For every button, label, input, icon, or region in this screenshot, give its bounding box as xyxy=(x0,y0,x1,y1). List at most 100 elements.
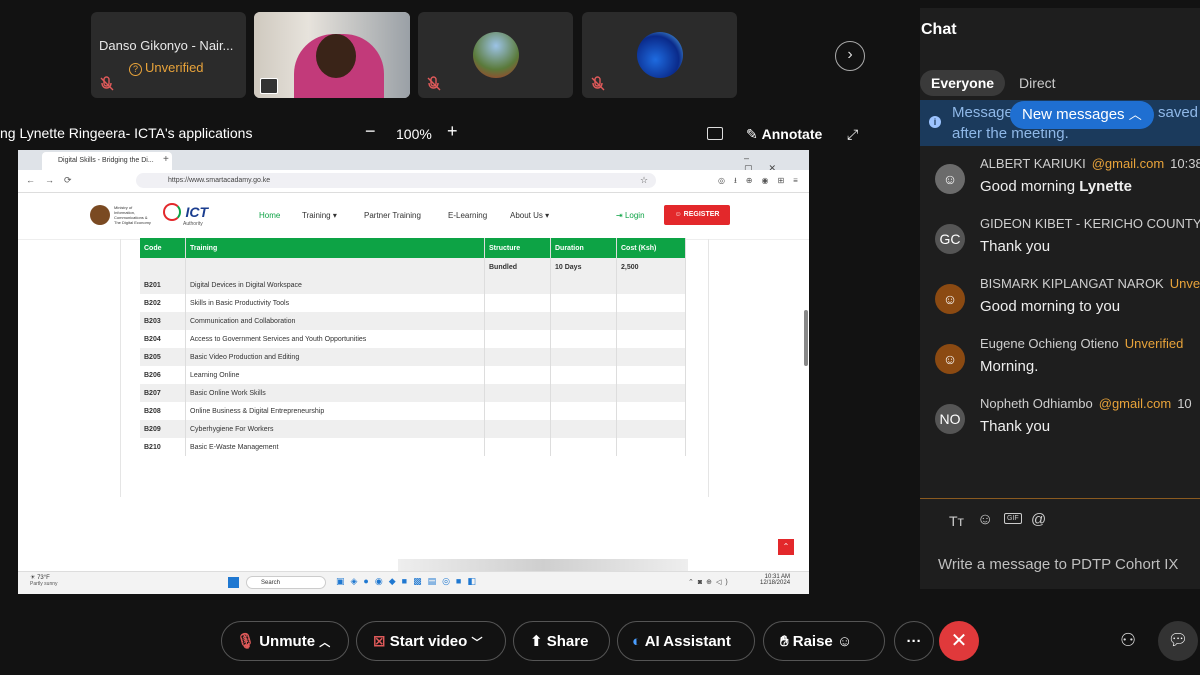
chat-input[interactable]: Write a message to PDTP Cohort IX xyxy=(938,556,1178,573)
mention-icon[interactable]: @ xyxy=(1031,511,1046,528)
cell-empty xyxy=(550,312,617,330)
mic-muted-icon: 🎙︎ xyxy=(236,633,256,650)
raise-button[interactable]: ✋︎ Raise ☺ xyxy=(763,621,885,661)
text-format-icon[interactable]: Tт xyxy=(949,513,964,529)
chat-message[interactable]: ☺ BISMARK KIPLANGAT NAROK Unver Good mornin… xyxy=(920,276,1200,332)
fullscreen-icon[interactable]: ⤢ xyxy=(847,126,858,143)
chat-message[interactable]: ☺ ALBERT KARIUKI @gmail.com 10:38 Good morni… xyxy=(920,156,1200,212)
ict-authority-logo: ICT Authority xyxy=(163,203,208,227)
unmute-button[interactable]: 🎙︎ Unmute ︿ xyxy=(221,621,349,661)
cell-empty xyxy=(616,438,686,456)
participants-icon[interactable]: ⚇ xyxy=(1120,630,1136,651)
cell-empty xyxy=(484,420,551,438)
cell-empty xyxy=(550,384,617,402)
more-options-button[interactable]: ··· xyxy=(894,621,934,661)
cell-code: B201 xyxy=(140,276,186,294)
cell-empty xyxy=(484,366,551,384)
site-header: Ministry of Information, Communications … xyxy=(18,193,809,240)
message-text: Thank you xyxy=(980,418,1051,435)
zoom-level: 100% xyxy=(396,126,432,142)
new-messages-button[interactable]: New messages ︿ xyxy=(1010,101,1154,129)
cell-empty xyxy=(550,402,617,420)
partial-image xyxy=(398,559,688,571)
participant-tile-speaker[interactable] xyxy=(254,12,410,98)
annotate-button[interactable]: ✎ Annotate xyxy=(746,126,822,143)
system-tray-icons[interactable]: ⌃◙⊕◁) xyxy=(688,578,732,586)
cell-empty xyxy=(550,348,617,366)
url-bar[interactable]: https://www.smartacadamy.go.ke xyxy=(136,173,656,188)
weather-widget[interactable]: ☀ 73°F Partly sunny xyxy=(30,574,58,587)
close-icon: ✕ xyxy=(950,630,968,652)
nav-partner-training[interactable]: Partner Training xyxy=(364,211,421,220)
speaker-head xyxy=(316,34,356,78)
cell-empty xyxy=(616,384,686,402)
new-tab-icon[interactable]: + xyxy=(163,154,169,165)
nav-training[interactable]: Training ▾ xyxy=(302,211,337,220)
leave-meeting-button[interactable]: ✕ xyxy=(939,621,979,661)
view-options-icon[interactable] xyxy=(707,127,723,140)
cell-training: Digital Devices in Digital Workspace xyxy=(185,276,485,294)
pen-icon: ✎ xyxy=(746,126,758,142)
zoom-in-button[interactable]: + xyxy=(447,121,458,142)
browser-extensions-icons[interactable]: ◎⭳⊕◉⊞≡ xyxy=(718,175,807,189)
cell-training: Cyberhygiene For Workers xyxy=(185,420,485,438)
participant-tile-danso[interactable]: Danso Gikonyo - Nair... ? Unverified xyxy=(91,12,246,98)
cell-code: B203 xyxy=(140,312,186,330)
cell-empty xyxy=(550,294,617,312)
cell-empty xyxy=(550,330,617,348)
scroll-top-button[interactable]: ⌃ xyxy=(778,539,794,555)
gif-icon[interactable]: GIF xyxy=(1004,513,1022,524)
bookmark-star-icon[interactable]: ☆ xyxy=(640,175,648,186)
chat-message[interactable]: GC GIDEON KIBET - KERICHO COUNTY Thank you xyxy=(920,216,1200,272)
chat-toggle-button[interactable]: 💬︎ xyxy=(1158,621,1198,661)
nav-elearning[interactable]: E-Learning xyxy=(448,211,487,220)
nav-arrows-icon[interactable]: ←→⟳ xyxy=(26,175,82,186)
notice-text-left: Message xyxy=(952,104,1013,121)
warning-circle-icon: ? xyxy=(129,63,142,76)
login-icon: ⇥ xyxy=(616,211,623,220)
participant-avatar-photo xyxy=(473,32,519,78)
chevron-right-icon: › xyxy=(847,46,853,63)
th-cost: Cost (Ksh) xyxy=(616,238,686,258)
page-scrollbar[interactable] xyxy=(804,310,808,366)
cell-empty xyxy=(616,276,686,294)
table-row: B201 Digital Devices in Digital Workspace xyxy=(140,276,686,294)
zoom-out-button[interactable]: − xyxy=(365,121,376,142)
emoji-icon[interactable]: ☺ xyxy=(977,511,993,529)
cell-empty xyxy=(550,438,617,456)
avatar: NO xyxy=(935,404,965,434)
message-sender: Eugene Ochieng Otieno Unverified xyxy=(980,336,1189,351)
table-row: B202 Skills in Basic Productivity Tools xyxy=(140,294,686,312)
ai-assistant-button[interactable]: ◐ AI Assistant xyxy=(617,621,755,661)
cell-empty xyxy=(616,366,686,384)
sender-name: ALBERT KARIUKI xyxy=(980,156,1086,171)
share-button[interactable]: ⬆ Share xyxy=(513,621,610,661)
chat-message[interactable]: ☺ Eugene Ochieng Otieno Unverified Morning. xyxy=(920,336,1200,392)
message-text: Morning. xyxy=(980,358,1039,375)
mic-muted-icon xyxy=(591,76,605,91)
nav-about-us[interactable]: About Us ▾ xyxy=(510,211,549,220)
nav-home[interactable]: Home xyxy=(259,211,280,220)
user-icon: ☺ xyxy=(674,211,682,218)
login-link[interactable]: ⇥ Login xyxy=(616,211,645,220)
chat-message[interactable]: NO Nopheth Odhiambo @gmail.com 10 Thank you xyxy=(920,396,1200,452)
tab-direct[interactable]: Direct xyxy=(1008,70,1067,96)
chevron-down-icon: ︿ xyxy=(319,637,331,649)
participant-tile-3[interactable] xyxy=(418,12,573,98)
start-video-button[interactable]: ⊠ Start video ﹀ xyxy=(356,621,506,661)
chat-title: Chat xyxy=(921,21,957,38)
next-participants-button[interactable]: › xyxy=(835,41,865,71)
register-button[interactable]: ☺ REGISTER xyxy=(664,205,730,225)
message-text: Good morning Lynette xyxy=(980,178,1133,195)
message-sender: Nopheth Odhiambo @gmail.com 10 xyxy=(980,396,1192,411)
tab-everyone[interactable]: Everyone xyxy=(920,70,1006,96)
browser-tab[interactable]: Digital Skills - Bridging the Di... xyxy=(42,152,172,170)
cell-code: B208 xyxy=(140,402,186,420)
windows-start-icon[interactable] xyxy=(228,577,239,588)
cell-training: Basic Online Work Skills xyxy=(185,384,485,402)
taskbar-app-icons[interactable]: ▣◈●◉◆■▩▤◎■◧ xyxy=(336,576,482,587)
table-header-row: Code Training Structure Duration Cost (K… xyxy=(140,238,686,258)
sender-name: Nopheth Odhiambo xyxy=(980,396,1093,411)
participant-tile-4[interactable] xyxy=(582,12,737,98)
taskbar-search[interactable]: Search xyxy=(246,576,326,589)
